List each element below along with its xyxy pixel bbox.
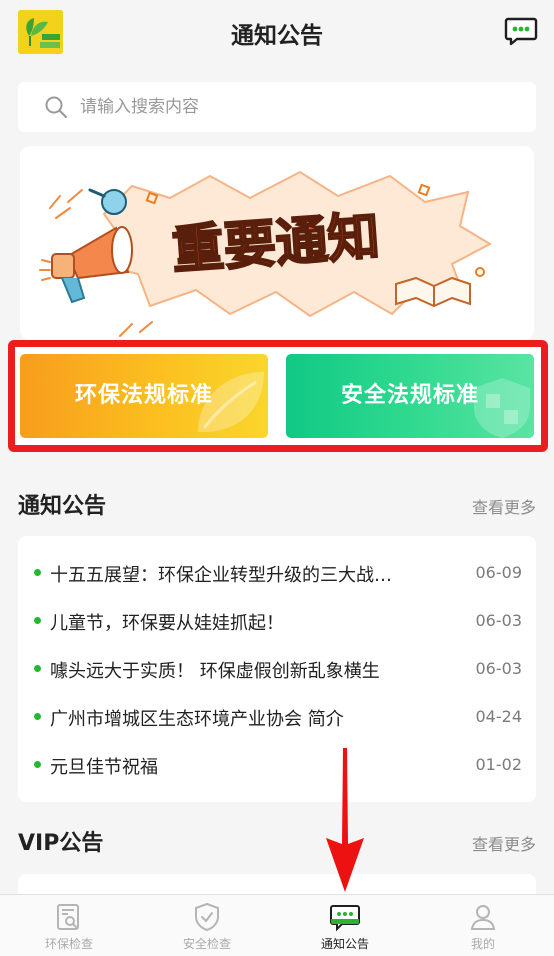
page-title: 通知公告 <box>231 23 323 49</box>
bullet-dot-icon <box>34 713 41 720</box>
megaphone-icon <box>39 226 133 304</box>
notice-title: 噱头远大于实质！ 环保虚假创新乱象横生 <box>50 661 380 682</box>
notices-section-header: 通知公告 查看更多 <box>18 488 536 522</box>
notice-date: 06-03 <box>475 659 523 678</box>
tab-profile[interactable]: 我的 <box>414 895 552 956</box>
tab-safety-check[interactable]: 安全检查 <box>138 895 276 956</box>
tab-notices[interactable]: 通知公告 <box>276 895 414 956</box>
notice-title: 十五五展望：环保企业转型升级的三大战… <box>50 565 392 586</box>
annotation-arrow-icon <box>326 748 364 892</box>
app-header: 通知公告 <box>0 0 554 64</box>
important-notice-banner[interactable]: 重要通知 <box>20 146 534 340</box>
vip-section-title: VIP公告 <box>18 831 104 856</box>
tab-label: 我的 <box>470 937 495 951</box>
bullet-dot-icon <box>34 665 41 672</box>
list-item[interactable]: 元旦佳节祝福 01-02 <box>18 741 536 789</box>
search-bar[interactable] <box>18 82 536 132</box>
bullet-dot-icon <box>34 761 41 768</box>
env-regulation-label: 环保法规标准 <box>74 383 213 408</box>
tab-eco-check[interactable]: 环保检查 <box>0 895 138 956</box>
bullet-dot-icon <box>34 569 41 576</box>
env-regulation-button[interactable]: 环保法规标准 <box>20 354 268 438</box>
list-item[interactable]: 噱头远大于实质！ 环保虚假创新乱象横生 06-03 <box>18 645 536 693</box>
notices-more-link[interactable]: 查看更多 <box>472 494 536 518</box>
message-icon[interactable] <box>504 16 538 46</box>
notice-title: 元旦佳节祝福 <box>50 757 158 778</box>
tab-label: 安全检查 <box>182 937 231 951</box>
message-icon <box>330 905 360 932</box>
safety-regulation-label: 安全法规标准 <box>340 383 479 408</box>
search-icon <box>44 95 68 119</box>
tab-label: 通知公告 <box>320 937 369 951</box>
notice-date: 04-24 <box>475 707 523 726</box>
notice-title: 广州市增城区生态环境产业协会 简介 <box>50 709 344 730</box>
tab-label: 环保检查 <box>44 937 93 951</box>
notice-date: 06-03 <box>475 611 523 630</box>
safety-regulation-button[interactable]: 安全法规标准 <box>286 354 534 438</box>
notices-list: 十五五展望：环保企业转型升级的三大战… 06-09 儿童节，环保要从娃娃抓起！ … <box>18 536 536 802</box>
list-item[interactable]: 广州市增城区生态环境产业协会 简介 04-24 <box>18 693 536 741</box>
eco-check-icon <box>57 904 79 930</box>
list-item[interactable]: 十五五展望：环保企业转型升级的三大战… 06-09 <box>18 549 536 597</box>
list-item[interactable]: 儿童节，环保要从娃娃抓起！ 06-03 <box>18 597 536 645</box>
search-input[interactable] <box>80 82 520 132</box>
category-strip: 环保法规标准 安全法规标准 <box>8 340 548 452</box>
vip-more-link[interactable]: 查看更多 <box>472 831 536 855</box>
notice-date: 06-09 <box>475 563 523 582</box>
notices-section-title: 通知公告 <box>18 494 107 519</box>
notice-title: 儿童节，环保要从娃娃抓起！ <box>50 613 284 634</box>
bottom-tab-bar: 环保检查 安全检查 通知公告 我的 <box>0 894 554 956</box>
user-icon <box>470 905 496 930</box>
bullet-dot-icon <box>34 617 41 624</box>
shield-check-icon <box>195 902 219 932</box>
vip-section-header: VIP公告 查看更多 <box>18 825 536 859</box>
notice-date: 01-02 <box>475 755 523 774</box>
